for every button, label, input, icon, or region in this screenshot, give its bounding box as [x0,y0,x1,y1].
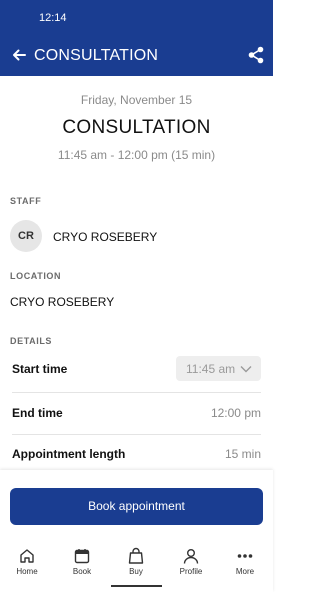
app-bar: CONSULTATION [0,36,273,76]
nav-item-book[interactable]: Book [55,545,109,581]
nav-label-buy: Buy [129,567,143,576]
chevron-down-icon [240,366,252,373]
nav-label-more: More [235,567,255,576]
location-name: CRYO ROSEBERY [10,295,115,309]
person-icon [183,549,199,564]
location-section-label: LOCATION [10,271,62,281]
nav-item-profile[interactable]: Profile [164,545,218,581]
share-button[interactable] [246,45,266,65]
staff-name: CRYO ROSEBERY [53,230,158,244]
book-appointment-button[interactable]: Book appointment [10,488,263,525]
nav-label-profile: Profile [179,567,203,576]
appointment-length-label: Appointment length [12,447,126,461]
shopping-bag-icon [128,547,144,564]
nav-item-more[interactable]: More [218,545,272,581]
divider [12,434,261,435]
book-appointment-label: Book appointment [88,499,185,513]
staff-section-label: STAFF [10,196,42,206]
appointment-length-value: 15 min [224,447,261,461]
status-bar: 12:14 [0,0,273,36]
arrow-left-icon [13,49,26,61]
app-bar-title: CONSULTATION [34,47,159,64]
details-section-label: DETAILS [10,336,53,346]
home-icon [20,549,34,563]
nav-item-home[interactable]: Home [0,545,54,581]
start-time-select[interactable]: 11:45 am [176,356,261,381]
share-icon [248,46,264,64]
avatar: CR [10,220,42,252]
nav-item-buy[interactable]: Buy [109,545,163,581]
avatar-initials: CR [18,230,34,242]
status-time: 12:14 [39,12,67,24]
end-time-value: 12:00 pm [210,406,261,420]
calendar-icon [74,549,90,564]
nav-label-home: Home [16,567,38,576]
more-icon [237,554,253,558]
active-tab-indicator [111,585,162,587]
page-title: CONSULTATION [62,117,211,138]
appointment-time-range: 11:45 am - 12:00 pm (15 min) [57,148,216,162]
end-time-label: End time [12,406,63,420]
start-time-label: Start time [12,362,68,376]
back-button[interactable] [9,45,29,65]
appointment-date: Friday, November 15 [80,93,193,107]
divider [12,392,261,393]
start-time-value: 11:45 am [186,362,236,376]
nav-label-book: Book [72,567,92,576]
